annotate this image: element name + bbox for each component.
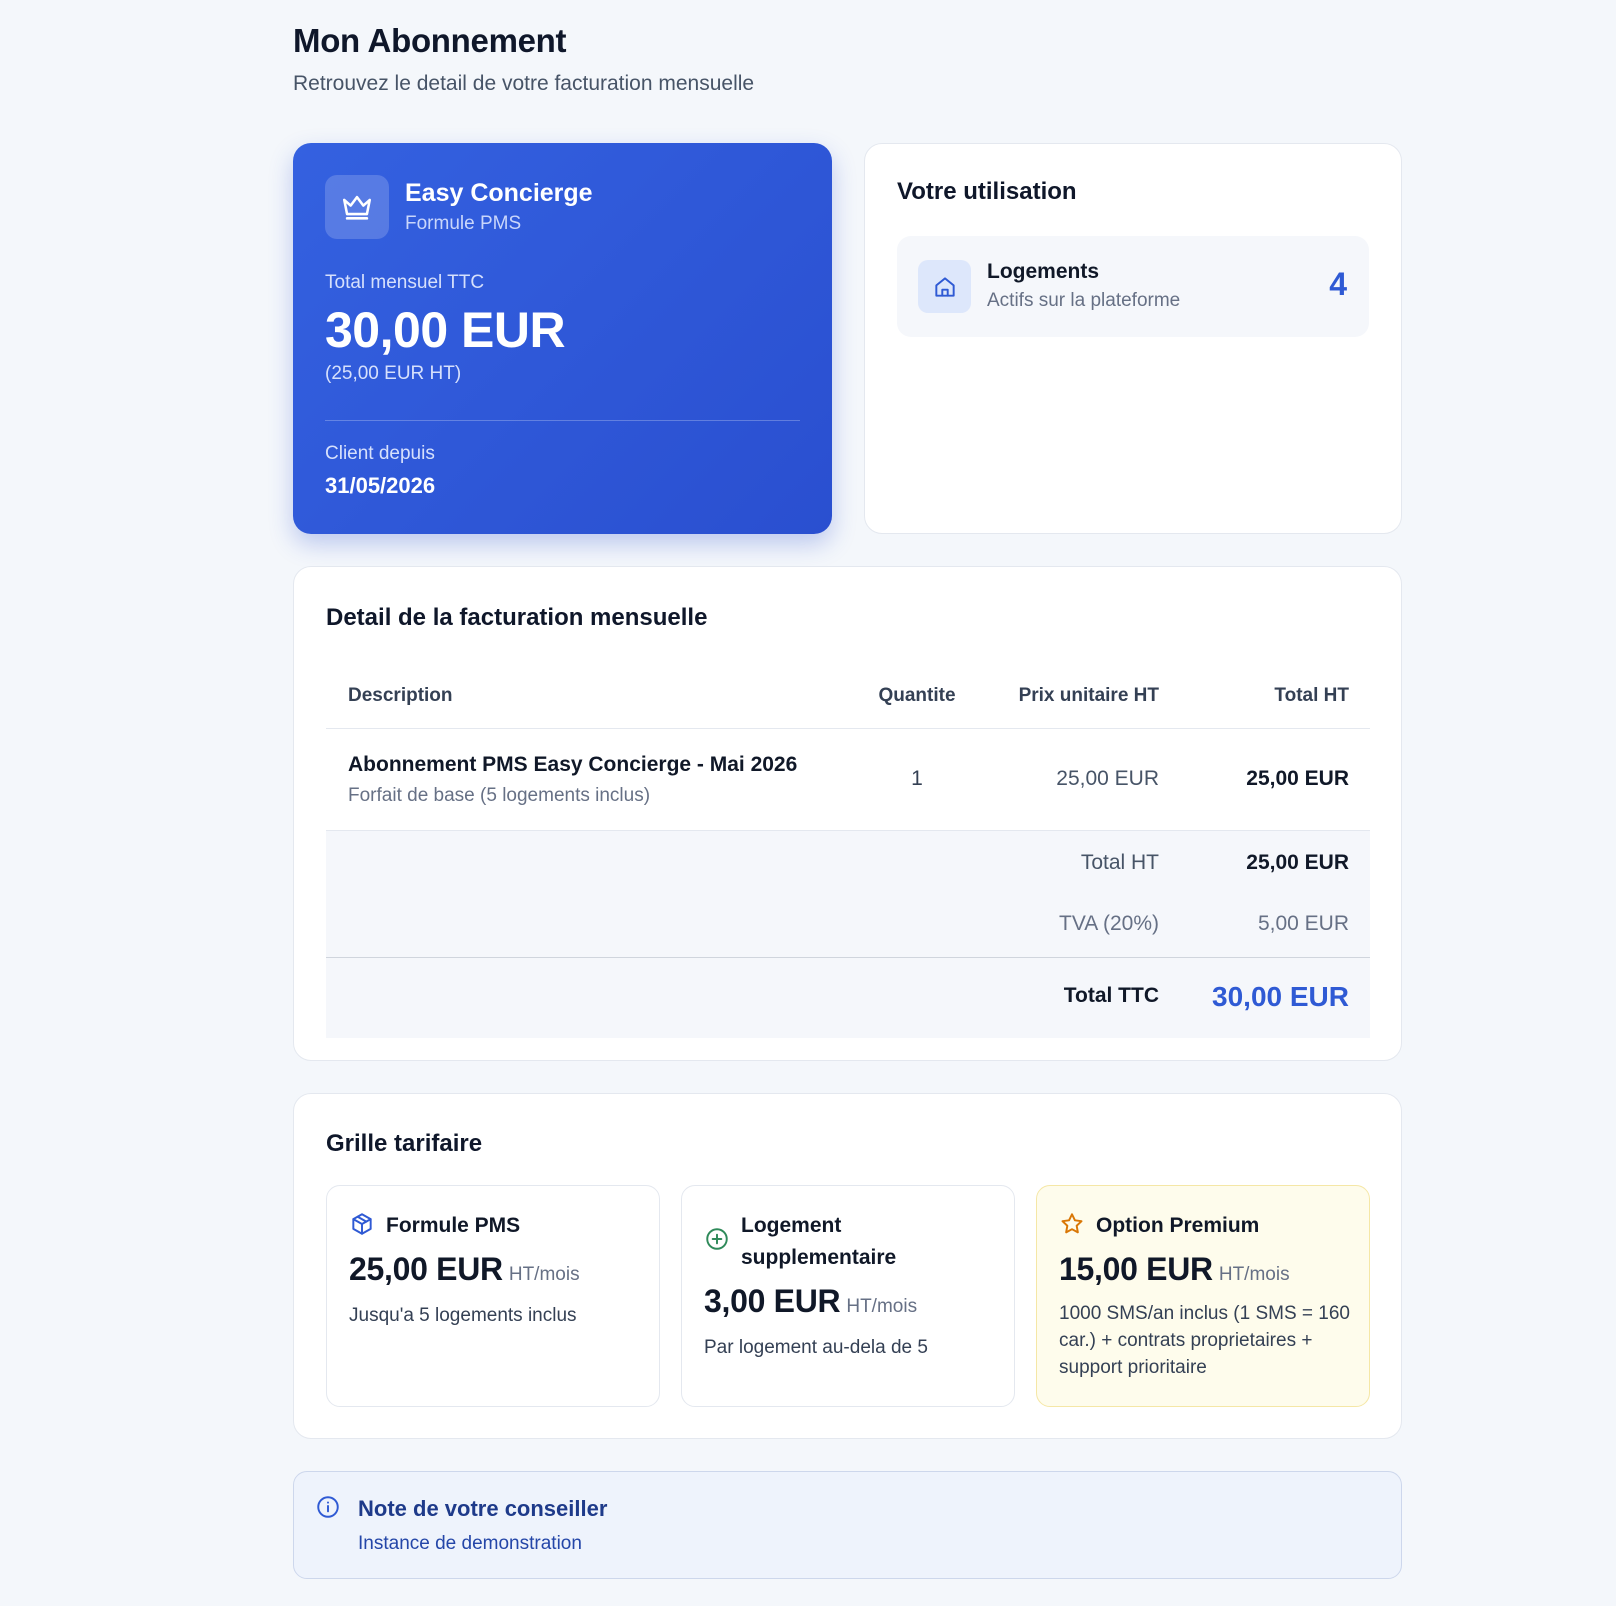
page-subtitle: Retrouvez le detail de votre facturation… [293,72,755,95]
line-item-quantity: 1 [911,767,923,790]
tier-name: Option Premium [1096,1214,1260,1237]
pricing-tier-formule-pms: Formule PMS 25,00 EUR HT/mois Jusqu'a 5 l… [326,1185,660,1407]
tier-description: Jusqu'a 5 logements inclus [349,1305,577,1326]
tier-description: 1000 SMS/an inclus (1 SMS = 160 car.) + … [1059,1303,1350,1378]
note-text: Instance de demonstration [358,1533,582,1554]
tier-unit: HT/mois [1218,1264,1290,1285]
tva-label: TVA (20%) [1059,912,1159,935]
tier-price: 3,00 EUR [704,1283,841,1319]
table-row: Abonnement PMS Easy Concierge - Mai 2026… [326,729,1370,831]
home-icon [918,260,971,313]
tier-name: Formule PMS [386,1214,521,1237]
pricing-title: Grille tarifaire [326,1130,483,1157]
package-icon [352,1213,372,1235]
total-ttc-label: Total TTC [1063,984,1159,1007]
plan-name: Easy Concierge [405,179,593,207]
plan-total-label: Total mensuel TTC [325,272,485,293]
tier-unit: HT/mois [846,1296,918,1317]
usage-card: Votre utilisation Logements Actifs sur l… [864,143,1402,534]
tier-price-row: 15,00 EUR HT/mois [1059,1251,1290,1288]
pricing-card: Grille tarifaire Formule PMS 25,00 EUR HT… [293,1093,1402,1439]
tier-price: 15,00 EUR [1059,1251,1213,1287]
billing-title: Detail de la facturation mensuelle [326,604,708,631]
tier-description: Par logement au-dela de 5 [704,1337,928,1358]
info-icon [317,1496,339,1518]
column-header-unit-price: Prix unitaire HT [1018,685,1159,706]
tva-value: 5,00 EUR [1257,912,1349,935]
summary-tva-row: TVA (20%) 5,00 EUR [326,894,1370,958]
tier-price: 25,00 EUR [349,1251,503,1287]
plan-total-amount: 30,00 EUR [325,302,566,358]
tier-unit: HT/mois [508,1264,580,1285]
total-ttc-value: 30,00 EUR [1212,981,1349,1012]
usage-sublabel: Actifs sur la plateforme [987,290,1181,311]
summary-total-ht-row: Total HT 25,00 EUR [326,831,1370,894]
total-ht-label: Total HT [1080,851,1159,874]
column-header-description: Description [348,685,453,706]
crown-icon [325,175,389,239]
note-title: Note de votre conseiller [358,1496,608,1521]
advisor-note: Note de votre conseiller Instance de dem… [293,1471,1402,1579]
star-icon [1061,1213,1083,1234]
page-title: Mon Abonnement [293,22,567,59]
billing-card: Detail de la facturation mensuelle Descr… [293,566,1402,1061]
plan-total-ht: (25,00 EUR HT) [325,363,462,384]
usage-count: 4 [1329,266,1347,302]
plan-card: Easy Concierge Formule PMS Total mensuel… [293,143,832,534]
plan-divider [325,420,800,421]
plus-circle-icon [706,1228,728,1250]
client-since-label: Client depuis [325,443,435,464]
line-item-subtitle: Forfait de base (5 logements inclus) [348,785,651,806]
summary-total-ttc-row: Total TTC 30,00 EUR [326,958,1370,1038]
usage-title: Votre utilisation [897,178,1077,205]
usage-item-logements: Logements Actifs sur la plateforme 4 [897,236,1369,337]
client-since-date: 31/05/2026 [325,473,436,498]
table-header: Description Quantite Prix unitaire HT To… [326,662,1370,729]
column-header-quantity: Quantite [878,685,956,706]
usage-label: Logements [987,260,1100,283]
plan-formula: Formule PMS [405,213,522,234]
tier-name: Logement supplementaire [741,1214,897,1269]
tier-price-row: 25,00 EUR HT/mois [349,1251,580,1288]
total-ht-value: 25,00 EUR [1246,851,1349,874]
tier-price-row: 3,00 EUR HT/mois [704,1283,917,1320]
billing-table: Description Quantite Prix unitaire HT To… [326,662,1370,1038]
line-item-unit-price: 25,00 EUR [1056,767,1159,790]
line-item-total: 25,00 EUR [1246,767,1349,790]
column-header-total: Total HT [1274,685,1349,706]
line-item-title: Abonnement PMS Easy Concierge - Mai 2026 [348,753,798,776]
pricing-tier-logement-supplementaire: Logement supplementaire 3,00 EUR HT/mois … [681,1185,1015,1407]
pricing-tier-option-premium: Option Premium 15,00 EUR HT/mois 1000 SMS… [1036,1185,1370,1407]
